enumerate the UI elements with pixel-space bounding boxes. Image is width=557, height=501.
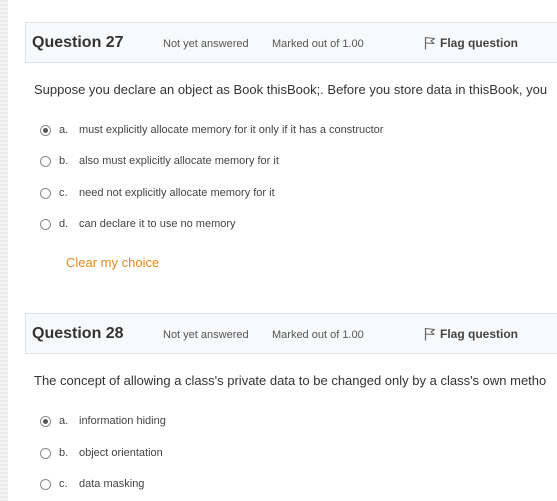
clear-my-choice-link[interactable]: Clear my choice <box>66 255 159 270</box>
question-title: Question 28 <box>32 325 124 342</box>
question-header: Question 27 Not yet answered Marked out … <box>25 22 557 63</box>
answer-letter: d. <box>59 218 69 230</box>
flag-icon <box>424 36 436 50</box>
left-edge-strip <box>0 0 8 501</box>
radio-button[interactable] <box>40 218 51 230</box>
flag-question-button[interactable]: Flag question <box>424 327 518 341</box>
question-text: The concept of allowing a class's privat… <box>34 373 547 388</box>
answer-text: object orientation <box>79 447 163 459</box>
radio-button[interactable] <box>40 447 51 459</box>
flag-icon <box>424 327 436 341</box>
answer-letter: b. <box>59 447 69 459</box>
answer-option-c[interactable]: c. need not explicitly allocate memory f… <box>40 187 275 199</box>
flag-question-button[interactable]: Flag question <box>424 36 518 50</box>
question-text: Suppose you declare an object as Book th… <box>34 82 548 97</box>
answer-option-b[interactable]: b. object orientation <box>40 447 163 459</box>
answer-text: need not explicitly allocate memory for … <box>79 187 275 199</box>
question-state: Not yet answered <box>163 38 249 50</box>
answer-letter: a. <box>59 415 69 427</box>
answer-letter: b. <box>59 155 69 167</box>
question-body: Suppose you declare an object as Book th… <box>25 63 557 323</box>
question-28: Question 28 Not yet answered Marked out … <box>25 313 557 501</box>
quiz-page: Question 27 Not yet answered Marked out … <box>0 0 557 501</box>
radio-button-selected[interactable] <box>40 124 51 136</box>
answer-option-d[interactable]: d. can declare it to use no memory <box>40 218 236 230</box>
answer-text: information hiding <box>79 415 166 427</box>
answer-option-a[interactable]: a. must explicitly allocate memory for i… <box>40 124 383 136</box>
radio-button-selected[interactable] <box>40 415 51 427</box>
answer-letter: c. <box>59 478 68 490</box>
question-27: Question 27 Not yet answered Marked out … <box>25 22 557 323</box>
radio-button[interactable] <box>40 187 51 199</box>
answer-option-b[interactable]: b. also must explicitly allocate memory … <box>40 155 279 167</box>
answer-text: must explicitly allocate memory for it o… <box>79 124 384 136</box>
question-grade: Marked out of 1.00 <box>272 38 364 50</box>
answer-text: also must explicitly allocate memory for… <box>79 155 279 167</box>
radio-button[interactable] <box>40 478 51 490</box>
question-state: Not yet answered <box>163 329 249 341</box>
flag-question-label: Flag question <box>440 327 518 341</box>
radio-button[interactable] <box>40 155 51 167</box>
answer-letter: c. <box>59 187 68 199</box>
question-grade: Marked out of 1.00 <box>272 329 364 341</box>
answer-option-a[interactable]: a. information hiding <box>40 415 166 427</box>
flag-question-label: Flag question <box>440 36 518 50</box>
answer-text: can declare it to use no memory <box>79 218 236 230</box>
answer-text: data masking <box>79 478 145 490</box>
question-body: The concept of allowing a class's privat… <box>25 354 557 501</box>
question-title: Question 27 <box>32 34 124 51</box>
answer-option-c[interactable]: c. data masking <box>40 478 144 490</box>
question-header: Question 28 Not yet answered Marked out … <box>25 313 557 354</box>
answer-letter: a. <box>59 124 69 136</box>
